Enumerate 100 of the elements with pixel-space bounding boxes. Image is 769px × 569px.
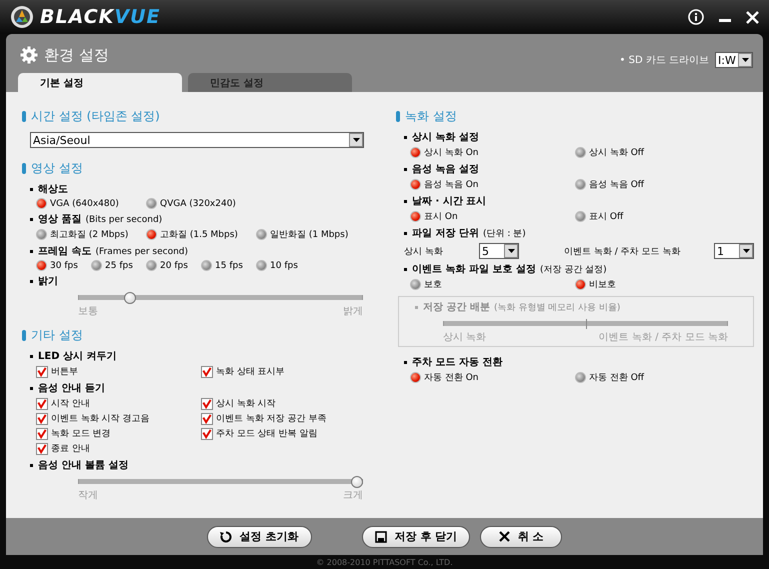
bullet-icon (404, 268, 407, 270)
bullet-icon (404, 232, 407, 234)
radio-button[interactable] (575, 147, 586, 158)
radio-label[interactable]: 음성 녹음 Off (589, 178, 644, 191)
radio-button[interactable] (91, 260, 102, 271)
radio-label[interactable]: 30 fps (50, 260, 78, 270)
dropdown-icon (742, 58, 748, 62)
checkbox-label[interactable]: 시작 안내 (51, 397, 90, 410)
checkbox[interactable] (36, 366, 48, 378)
bullet-icon (30, 218, 33, 220)
option-label: 밝기 (38, 275, 58, 288)
radio-button[interactable] (410, 279, 421, 290)
radio-label[interactable]: 보호 (424, 278, 442, 291)
checkbox[interactable] (36, 398, 48, 410)
save-icon (374, 530, 387, 542)
checkbox-label[interactable]: 버튼부 (51, 365, 78, 378)
radio-button[interactable] (256, 229, 267, 240)
radio-button[interactable] (575, 372, 586, 383)
radio-label[interactable]: 고화질 (1.5 Mbps) (160, 228, 238, 241)
radio-button[interactable] (575, 279, 586, 290)
slider-max-label: 크게 (343, 489, 363, 502)
checkbox-label[interactable]: 주차 모드 상태 반복 알림 (216, 427, 318, 440)
radio-button[interactable] (146, 229, 157, 240)
checkbox[interactable] (201, 366, 213, 378)
checkbox[interactable] (201, 428, 213, 440)
radio-label[interactable]: 음성 녹음 On (424, 178, 479, 191)
radio-label[interactable]: 일반화질 (1 Mbps) (270, 228, 348, 241)
checkbox-label[interactable]: 이벤트 녹화 시작 경고음 (51, 412, 150, 425)
sd-drive-label: • SD 카드 드라이브 (620, 54, 709, 67)
radio-label[interactable]: 20 fps (160, 260, 188, 270)
checkbox-label[interactable]: 상시 녹화 시작 (216, 397, 276, 410)
drive-select[interactable]: I:W (715, 52, 753, 68)
timezone-select[interactable]: Asia/Seoul (30, 132, 364, 148)
radio-label[interactable]: 10 fps (270, 260, 298, 270)
option-label: 음성 안내 볼륨 설정 (38, 459, 128, 472)
radio-label[interactable]: 15 fps (215, 260, 243, 270)
option-label: LED 상시 켜두기 (38, 350, 116, 363)
radio-button[interactable] (410, 372, 421, 383)
field-label: 상시 녹화 (404, 246, 444, 258)
slider-thumb[interactable] (351, 476, 363, 488)
radio-button[interactable] (36, 260, 47, 271)
checkbox[interactable] (201, 412, 213, 424)
slider-min-label: 작게 (78, 489, 98, 502)
radio-label[interactable]: 자동 전환 On (424, 371, 479, 384)
checkbox[interactable] (36, 412, 48, 424)
radio-label[interactable]: 비보호 (589, 278, 616, 291)
radio-label[interactable]: QVGA (320x240) (160, 198, 236, 208)
reset-button[interactable]: 설정 초기화 (206, 526, 312, 548)
radio-button[interactable] (410, 147, 421, 158)
copyright-text: © 2008-2010 PITTASOFT Co., LTD. (316, 558, 453, 567)
radio-button[interactable] (201, 260, 212, 271)
radio-label[interactable]: 최고화질 (2 Mbps) (50, 228, 128, 241)
info-icon[interactable] (688, 9, 704, 25)
minutes-select[interactable]: 1 (714, 243, 754, 259)
radio-label[interactable]: 자동 전환 Off (589, 371, 644, 384)
radio-label[interactable]: 상시 녹화 On (424, 146, 479, 159)
tab[interactable]: 기본 설정 (18, 73, 182, 92)
radio-label[interactable]: 표시 On (424, 210, 458, 223)
logo-icon (10, 5, 34, 29)
radio-button[interactable] (410, 211, 421, 222)
option-label: 이벤트 녹화 파일 보호 설정 (412, 263, 536, 276)
radio-button[interactable] (36, 229, 47, 240)
checkbox-label[interactable]: 이벤트 녹화 저장 공간 부족 (216, 412, 326, 425)
gear-icon (20, 46, 38, 64)
radio-button[interactable] (410, 179, 421, 190)
radio-button[interactable] (256, 260, 267, 271)
bullet-icon (404, 168, 407, 170)
slider-thumb[interactable] (124, 292, 136, 304)
radio-button[interactable] (146, 260, 157, 271)
cancel-button[interactable]: 취 소 (480, 526, 562, 548)
option-note: (녹화 유형별 메모리 사용 비율) (494, 302, 620, 314)
option-note: (단위 : 분) (482, 228, 526, 240)
radio-label[interactable]: 25 fps (105, 260, 133, 270)
radio-button[interactable] (575, 211, 586, 222)
bullet-icon (404, 136, 407, 138)
minutes-select[interactable]: 5 (479, 243, 519, 259)
option-label: 영상 품질 (38, 213, 82, 226)
save-button[interactable]: 저장 후 닫기 (362, 526, 470, 548)
checkbox-label[interactable]: 녹화 상태 표시부 (216, 365, 285, 378)
bullet-icon (30, 464, 33, 466)
field-label: 이벤트 녹화 / 주차 모드 녹화 (564, 246, 682, 258)
dropdown-icon (352, 138, 360, 142)
checkbox-label[interactable]: 녹화 모드 변경 (51, 427, 111, 440)
checkbox-label[interactable]: 종료 안내 (51, 442, 90, 455)
slider-min-label: 보통 (78, 305, 98, 318)
radio-label[interactable]: 상시 녹화 Off (589, 146, 644, 159)
slider-track[interactable] (78, 476, 363, 488)
radio-label[interactable]: 표시 Off (589, 210, 624, 223)
slider-track[interactable] (78, 292, 363, 304)
radio-button[interactable] (36, 198, 47, 209)
checkbox[interactable] (201, 398, 213, 410)
radio-label[interactable]: VGA (640x480) (50, 198, 119, 208)
close-icon[interactable] (746, 10, 759, 24)
radio-button[interactable] (146, 198, 157, 209)
checkbox[interactable] (36, 428, 48, 440)
bullet-icon (415, 306, 418, 308)
checkbox[interactable] (36, 442, 48, 454)
radio-button[interactable] (575, 179, 586, 190)
section-title: 시간 설정 (타임존 설정) (31, 108, 160, 125)
logo-text: BLACKVUE (40, 6, 161, 28)
